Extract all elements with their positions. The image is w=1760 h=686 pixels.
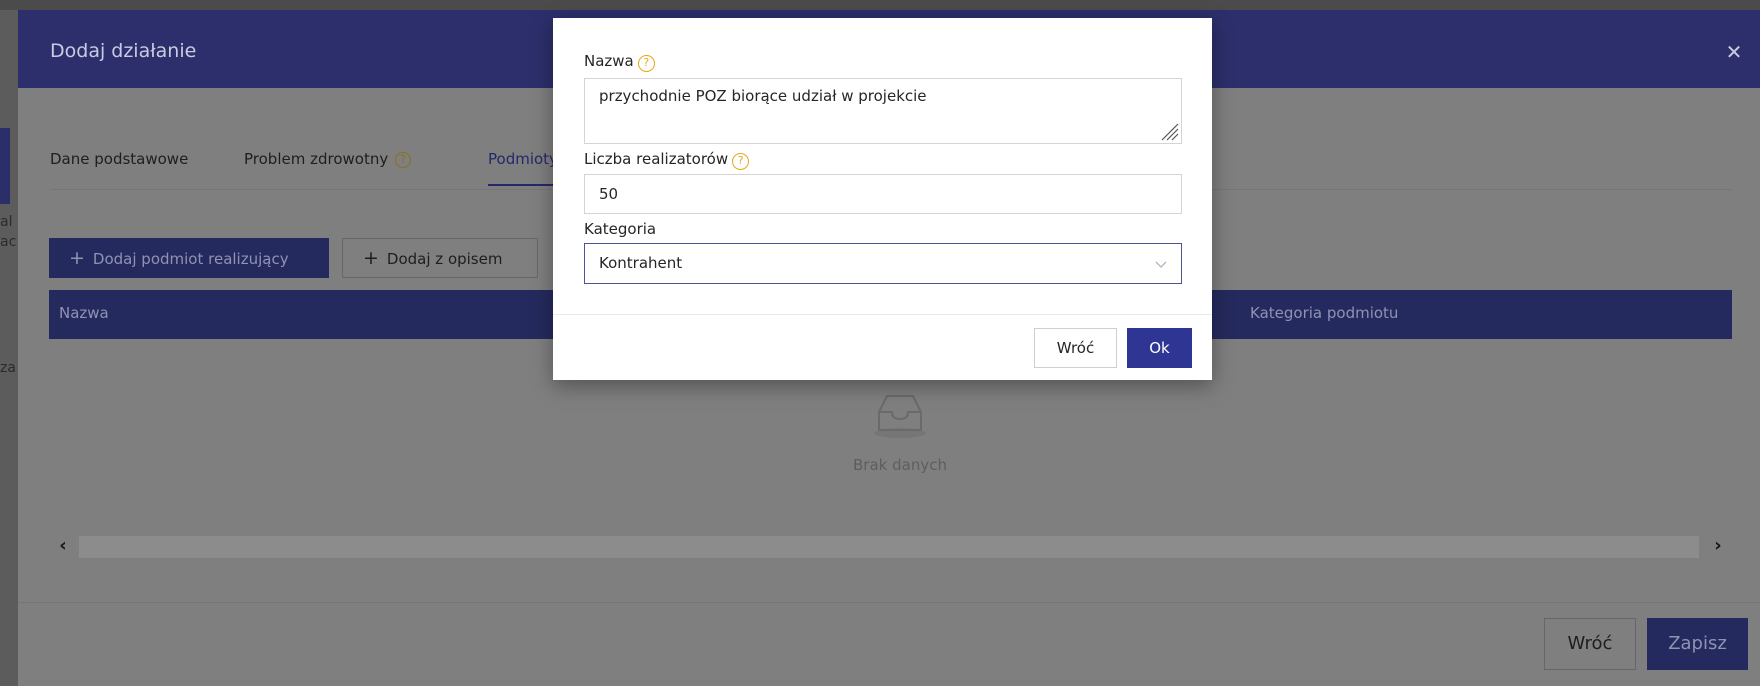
help-icon[interactable]: ? bbox=[732, 153, 750, 170]
name-value: przychodnie POZ biorące udział w projekc… bbox=[599, 87, 927, 105]
back-button[interactable]: Wróć bbox=[1544, 618, 1636, 670]
background-text-fragment: al bbox=[0, 214, 13, 230]
tab-basic-data[interactable]: Dane podstawowe bbox=[50, 150, 188, 168]
horizontal-scrollbar[interactable]: ‹ › bbox=[49, 532, 1732, 560]
background-text-fragment: za bbox=[0, 360, 16, 376]
resize-grip-icon[interactable] bbox=[1159, 121, 1179, 141]
chevron-down-icon bbox=[1155, 261, 1167, 268]
column-header-category[interactable]: Kategoria podmiotu bbox=[1250, 304, 1398, 322]
count-field-label: Liczba realizatorów? bbox=[584, 150, 750, 170]
button-label: Dodaj podmiot realizujący bbox=[92, 250, 289, 268]
tab-label: Problem zdrowotny bbox=[244, 150, 389, 168]
dialog-back-button[interactable]: Wróć bbox=[1034, 328, 1117, 368]
add-with-description-button[interactable]: + Dodaj z opisem bbox=[342, 238, 538, 278]
label-text: Nazwa bbox=[584, 52, 634, 70]
modal-title: Dodaj działanie bbox=[50, 40, 197, 62]
empty-state-text: Brak danych bbox=[853, 456, 947, 474]
tab-label: Dane podstawowe bbox=[50, 150, 189, 168]
name-field-label: Nazwa? bbox=[584, 52, 655, 72]
help-icon[interactable]: ? bbox=[395, 152, 411, 168]
background-sidebar-block bbox=[0, 128, 10, 204]
category-value: Kontrahent bbox=[599, 254, 683, 272]
column-header-name[interactable]: Nazwa bbox=[59, 304, 109, 322]
dialog-divider bbox=[553, 314, 1212, 315]
plus-icon: + bbox=[363, 247, 379, 269]
modal-footer-divider bbox=[18, 602, 1760, 603]
dialog-ok-button[interactable]: Ok bbox=[1127, 328, 1192, 368]
help-icon[interactable]: ? bbox=[637, 55, 655, 72]
category-field-label: Kategoria bbox=[584, 220, 657, 238]
tab-label: Podmioty bbox=[488, 150, 558, 168]
scroll-left-icon[interactable]: ‹ bbox=[51, 534, 75, 558]
background-text-fragment: ac bbox=[0, 234, 17, 250]
tab-health-problem[interactable]: Problem zdrowotny ? bbox=[244, 150, 411, 168]
entity-dialog: Nazwa? przychodnie POZ biorące udział w … bbox=[553, 18, 1212, 380]
name-textarea[interactable]: przychodnie POZ biorące udział w projekc… bbox=[584, 78, 1182, 144]
background-topbar bbox=[0, 0, 1760, 10]
add-entity-button[interactable]: + Dodaj podmiot realizujący bbox=[49, 238, 329, 278]
label-text: Liczba realizatorów bbox=[584, 150, 729, 168]
close-icon[interactable]: ✕ bbox=[1722, 40, 1746, 64]
count-input[interactable]: 50 bbox=[584, 174, 1182, 214]
scrollbar-track[interactable] bbox=[79, 536, 1699, 558]
empty-inbox-icon bbox=[874, 395, 926, 438]
tab-entities[interactable]: Podmioty bbox=[488, 150, 558, 186]
save-button[interactable]: Zapisz bbox=[1647, 618, 1748, 670]
scroll-right-icon[interactable]: › bbox=[1706, 534, 1730, 558]
button-label: Dodaj z opisem bbox=[386, 250, 503, 268]
category-select[interactable]: Kontrahent bbox=[584, 243, 1182, 284]
plus-icon: + bbox=[69, 247, 85, 269]
